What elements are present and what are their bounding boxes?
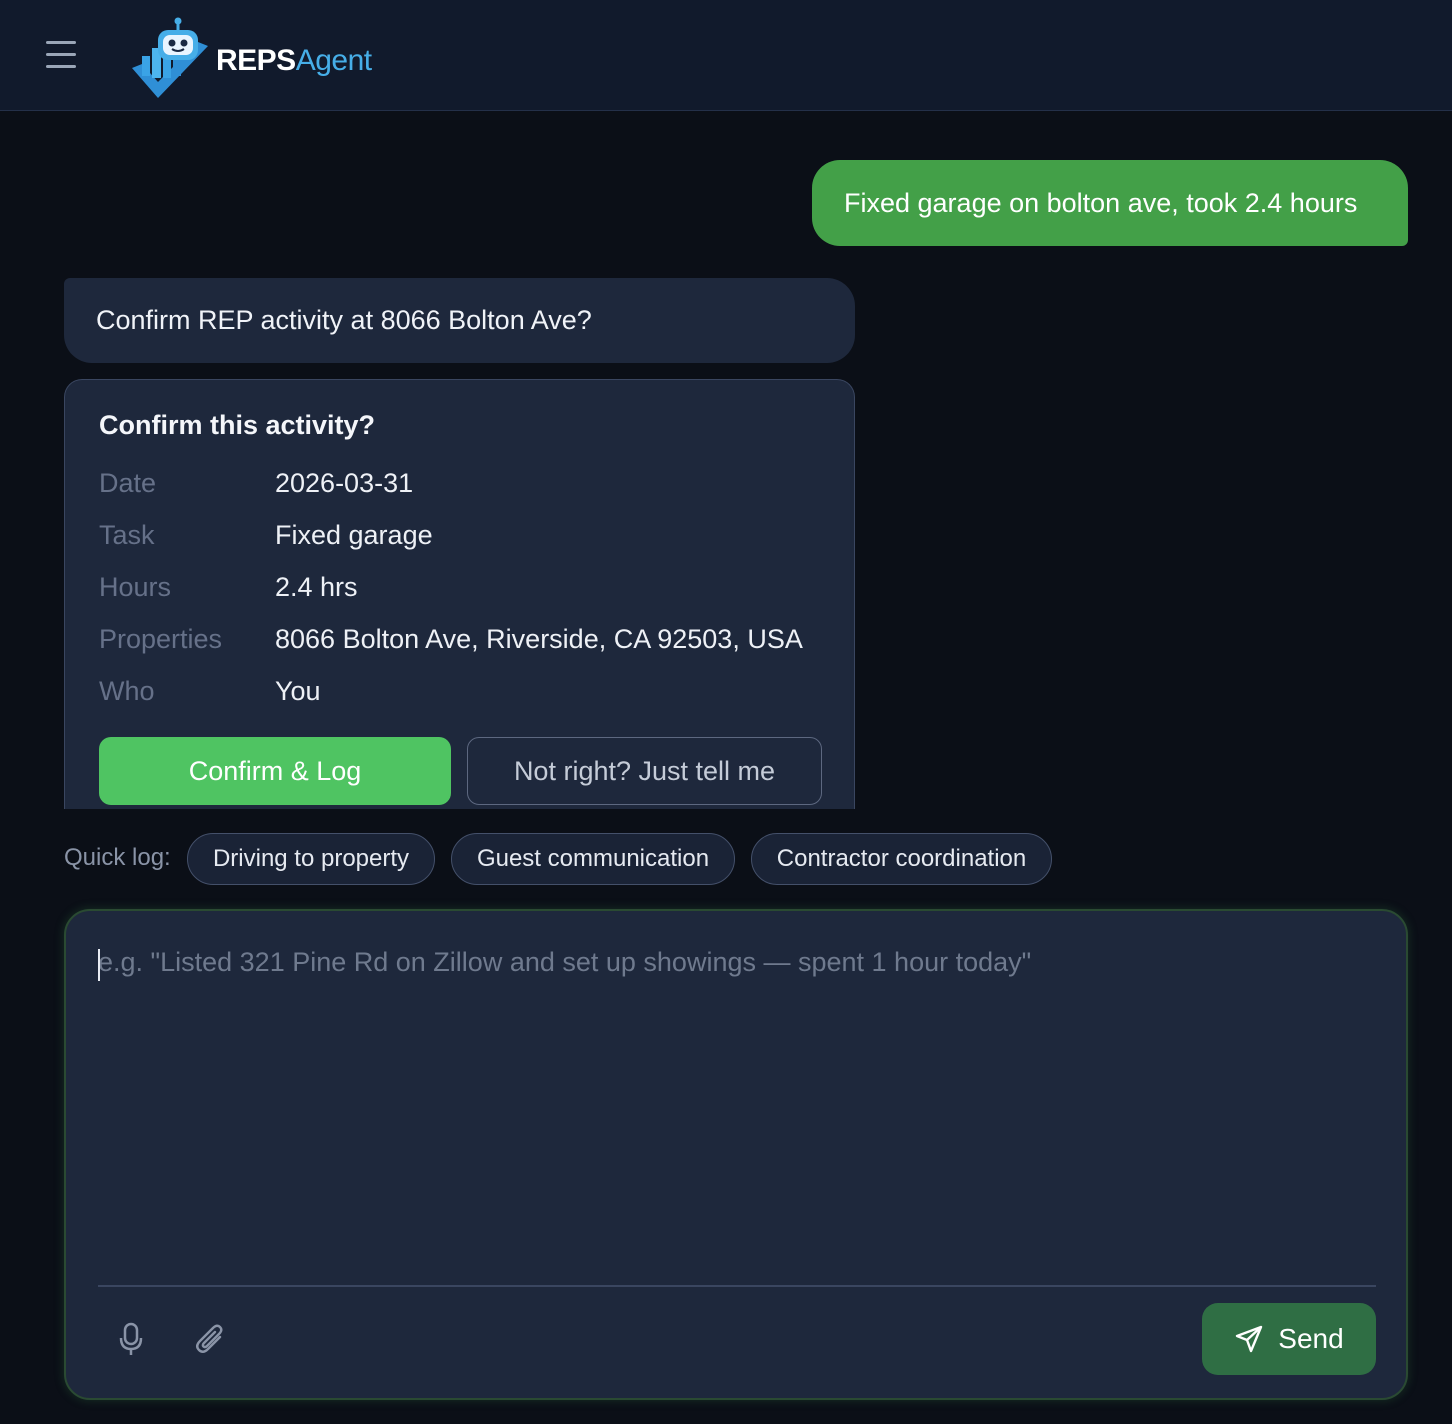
user-message-bubble: Fixed garage on bolton ave, took 2.4 hou… (812, 160, 1408, 246)
message-composer: e.g. "Listed 321 Pine Rd on Zillow and s… (64, 909, 1408, 1400)
text-caret (98, 949, 100, 981)
send-button-label: Send (1278, 1323, 1344, 1354)
activity-confirmation-card: Confirm this activity? Date 2026-03-31 T… (64, 379, 855, 809)
card-title: Confirm this activity? (99, 410, 376, 440)
assistant-message-bubble: Confirm REP activity at 8066 Bolton Ave? (64, 278, 855, 363)
assistant-message-text: Confirm REP activity at 8066 Bolton Ave? (96, 305, 592, 335)
detail-value: Fixed garage (275, 520, 433, 550)
message-input[interactable]: e.g. "Listed 321 Pine Rd on Zillow and s… (98, 947, 1378, 1277)
detail-label: Task (99, 520, 155, 550)
logo-text-agent: Agent (295, 44, 372, 77)
send-button[interactable]: Send (1202, 1303, 1376, 1375)
logo-text-reps: REPS (216, 44, 296, 77)
send-icon (1236, 1325, 1263, 1353)
hamburger-menu-icon[interactable] (44, 38, 80, 72)
detail-label: Properties (99, 624, 223, 654)
quick-log-chip-contractor[interactable]: Contractor coordination (751, 833, 1052, 885)
logo-robot-icon (132, 17, 208, 98)
quick-log-chip-guest[interactable]: Guest communication (451, 833, 735, 885)
message-input-placeholder: e.g. "Listed 321 Pine Rd on Zillow and s… (98, 947, 1032, 977)
app-header: REPSAgent (0, 0, 1452, 111)
detail-value: 2026-03-31 (275, 468, 414, 498)
detail-value: 8066 Bolton Ave, Riverside, CA 92503, US… (275, 624, 803, 654)
paperclip-icon[interactable] (194, 1321, 228, 1357)
detail-value: 2.4 hrs (275, 572, 358, 602)
user-message-text: Fixed garage on bolton ave, took 2.4 hou… (844, 187, 1358, 218)
detail-value: You (275, 676, 321, 706)
app-logo[interactable]: REPSAgent (128, 16, 398, 102)
composer-divider (98, 1285, 1376, 1287)
quick-log-label: Quick log: (64, 844, 171, 871)
quick-log-chip-driving[interactable]: Driving to property (187, 833, 435, 885)
confirm-log-button[interactable]: Confirm & Log (99, 737, 451, 805)
logo-wordmark: REPSAgent (216, 44, 372, 78)
microphone-icon[interactable] (116, 1321, 146, 1357)
detail-label: Who (99, 676, 155, 706)
detail-label: Hours (99, 572, 172, 602)
not-right-button[interactable]: Not right? Just tell me (467, 737, 822, 805)
detail-label: Date (99, 468, 157, 498)
